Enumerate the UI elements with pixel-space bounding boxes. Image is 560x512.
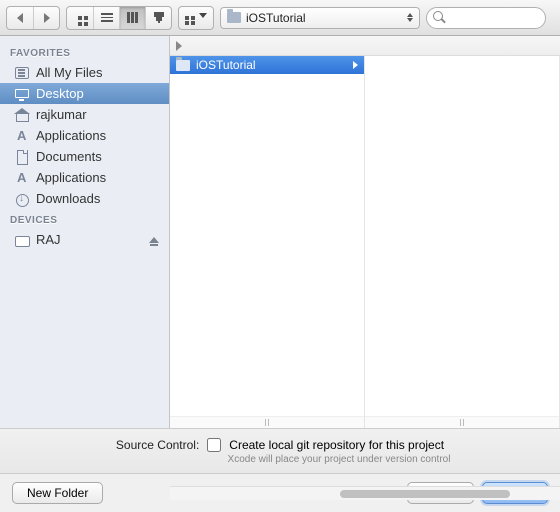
- icon-view-button[interactable]: [67, 7, 93, 29]
- drive-icon: [14, 233, 30, 247]
- sidebar-item-label: Downloads: [36, 191, 100, 206]
- sidebar-item-label: Applications: [36, 128, 106, 143]
- desktop-icon: [14, 87, 30, 101]
- sidebar-item-label: Documents: [36, 149, 102, 164]
- applications-icon: [14, 171, 30, 185]
- horizontal-scrollbar[interactable]: [170, 486, 560, 500]
- chevron-left-icon: [17, 13, 23, 23]
- body: FAVORITES All My Files Desktop rajkumar …: [0, 36, 560, 428]
- toolbar: iOSTutorial: [0, 0, 560, 36]
- expand-icon[interactable]: [176, 41, 182, 51]
- all-my-files-icon: [14, 66, 30, 80]
- sidebar-item-desktop[interactable]: Desktop: [0, 83, 169, 104]
- downloads-icon: [14, 192, 30, 206]
- sidebar-item-label: RAJ: [36, 232, 61, 247]
- git-repo-checkbox[interactable]: [207, 438, 221, 452]
- column-2-items: [365, 56, 559, 416]
- column-2: [365, 56, 560, 428]
- forward-button[interactable]: [33, 7, 59, 29]
- column-1: iOSTutorial: [170, 56, 365, 428]
- new-folder-button[interactable]: New Folder: [12, 482, 103, 504]
- scrollbar-thumb[interactable]: [340, 490, 510, 498]
- sidebar-item-downloads[interactable]: Downloads: [0, 188, 169, 209]
- search-field: [426, 7, 546, 29]
- source-control-panel: Source Control: Create local git reposit…: [0, 428, 560, 474]
- sidebar-item-applications[interactable]: Applications: [0, 125, 169, 146]
- column-browser: iOSTutorial: [170, 36, 560, 428]
- list-icon: [101, 13, 113, 22]
- sidebar-heading-devices: DEVICES: [0, 209, 169, 229]
- path-label: iOSTutorial: [246, 11, 402, 25]
- file-row-label: iOSTutorial: [196, 58, 256, 72]
- sidebar-item-applications-2[interactable]: Applications: [0, 167, 169, 188]
- list-view-button[interactable]: [93, 7, 119, 29]
- arrange-menu[interactable]: [178, 6, 214, 30]
- back-button[interactable]: [7, 7, 33, 29]
- sidebar-item-all-my-files[interactable]: All My Files: [0, 62, 169, 83]
- column-1-items: iOSTutorial: [170, 56, 364, 416]
- search-icon: [433, 11, 445, 23]
- nav-back-forward: [6, 6, 60, 30]
- arrange-icon: [185, 16, 195, 20]
- column-view-button[interactable]: [119, 7, 145, 29]
- sidebar-item-label: Desktop: [36, 86, 84, 101]
- home-icon: [14, 108, 30, 122]
- column-header: [170, 36, 560, 56]
- coverflow-icon: [154, 12, 164, 23]
- sidebar-item-label: All My Files: [36, 65, 102, 80]
- folder-icon: [176, 60, 190, 71]
- column-resize-handle[interactable]: [365, 416, 559, 428]
- sidebar-item-home[interactable]: rajkumar: [0, 104, 169, 125]
- eject-icon[interactable]: [149, 237, 159, 243]
- sidebar-item-documents[interactable]: Documents: [0, 146, 169, 167]
- applications-icon: [14, 129, 30, 143]
- documents-icon: [14, 150, 30, 164]
- file-row-iostutorial[interactable]: iOSTutorial: [170, 56, 364, 74]
- sidebar-item-label: Applications: [36, 170, 106, 185]
- chevron-down-icon: [199, 13, 207, 23]
- chevron-right-icon: [353, 61, 358, 69]
- grid-icon: [78, 16, 82, 20]
- column-resize-handle[interactable]: [170, 416, 364, 428]
- sidebar-item-device-raj[interactable]: RAJ: [0, 229, 169, 250]
- chevron-right-icon: [44, 13, 50, 23]
- sidebar-item-label: rajkumar: [36, 107, 87, 122]
- updown-icon: [407, 13, 413, 22]
- git-repo-checkbox-label: Create local git repository for this pro…: [229, 438, 444, 452]
- source-control-hint: Xcode will place your project under vers…: [228, 454, 451, 465]
- path-dropdown[interactable]: iOSTutorial: [220, 7, 420, 29]
- source-control-label: Source Control:: [116, 438, 199, 452]
- folder-icon: [227, 12, 241, 23]
- sidebar-heading-favorites: FAVORITES: [0, 42, 169, 62]
- columns-icon: [127, 12, 138, 23]
- coverflow-view-button[interactable]: [145, 7, 171, 29]
- sidebar: FAVORITES All My Files Desktop rajkumar …: [0, 36, 170, 428]
- view-mode-group: [66, 6, 172, 30]
